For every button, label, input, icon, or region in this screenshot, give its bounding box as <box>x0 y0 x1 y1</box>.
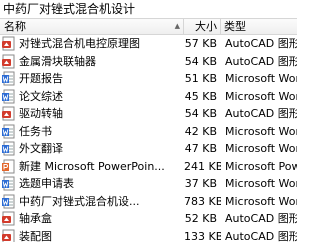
powerpoint-file-icon <box>1 159 16 174</box>
file-type: AutoCAD 图形 <box>225 229 297 242</box>
file-name: 对锉式混合机电控原理图 <box>19 37 140 50</box>
file-row[interactable]: 对锉式混合机电控原理图 57 KB AutoCAD 图形 <box>0 35 297 53</box>
column-header-name-label: 名称 <box>4 20 26 33</box>
file-name: 中药厂对锉式混合机设... <box>19 194 140 208</box>
word-doc-icon <box>1 176 16 191</box>
file-name: 任务书 <box>19 124 52 138</box>
dwg-file-icon <box>1 54 16 69</box>
file-row[interactable]: 开题报告 51 KB Microsoft Word <box>0 70 297 88</box>
column-header-size[interactable]: 大小 <box>184 19 221 34</box>
file-size: 783 KB <box>184 194 221 208</box>
file-type: Microsoft Word <box>225 194 297 208</box>
file-type: Microsoft Word <box>225 89 297 103</box>
file-row[interactable]: 中药厂对锉式混合机设... 783 KB Microsoft Word <box>0 193 297 211</box>
file-type: AutoCAD 图形 <box>225 212 297 225</box>
file-explorer-window: 中药厂对锉式混合机设计 名称 ▲ 大小 类型 对锉式混合机电控原理图 57 KB… <box>0 0 297 242</box>
file-row[interactable]: 选题申请表 37 KB Microsoft Word <box>0 175 297 193</box>
dwg-file-icon <box>1 211 16 226</box>
column-header-type[interactable]: 类型 <box>221 19 297 34</box>
file-size: 45 KB <box>184 89 217 103</box>
file-row[interactable]: 外文翻译 47 KB Microsoft Word <box>0 140 297 158</box>
word-doc-icon <box>1 89 16 104</box>
file-name: 外文翻译 <box>19 142 63 155</box>
file-type: Microsoft Powe <box>225 159 297 173</box>
file-type: Microsoft Word <box>225 142 297 155</box>
file-name: 新建 Microsoft PowerPoin... <box>19 159 165 173</box>
file-row[interactable]: 装配图 133 KB AutoCAD 图形 <box>0 228 297 242</box>
file-size: 57 KB <box>184 37 217 50</box>
column-header-name[interactable]: 名称 ▲ <box>0 19 184 34</box>
word-doc-icon <box>1 71 16 86</box>
sort-ascending-icon: ▲ <box>174 22 180 30</box>
file-size: 37 KB <box>184 177 217 190</box>
file-type: Microsoft Word <box>225 177 297 190</box>
file-row[interactable]: 任务书 42 KB Microsoft Word <box>0 123 297 141</box>
file-type: AutoCAD 图形 <box>225 107 297 120</box>
file-type: Microsoft Word <box>225 72 297 85</box>
column-header-bar: 名称 ▲ 大小 类型 <box>0 18 297 35</box>
file-size: 52 KB <box>184 212 217 225</box>
dwg-file-icon <box>1 229 16 242</box>
file-name: 驱动转轴 <box>19 107 63 120</box>
file-row[interactable]: 论文综述 45 KB Microsoft Word <box>0 88 297 106</box>
file-list: 对锉式混合机电控原理图 57 KB AutoCAD 图形 金属滑块联轴器 54 … <box>0 35 297 242</box>
file-row[interactable]: 驱动转轴 54 KB AutoCAD 图形 <box>0 105 297 123</box>
file-type: AutoCAD 图形 <box>225 37 297 50</box>
file-size: 42 KB <box>184 124 217 138</box>
file-row[interactable]: 轴承盒 52 KB AutoCAD 图形 <box>0 210 297 228</box>
file-row[interactable]: 金属滑块联轴器 54 KB AutoCAD 图形 <box>0 53 297 71</box>
file-size: 51 KB <box>184 72 217 85</box>
file-name: 装配图 <box>19 229 52 242</box>
word-doc-icon <box>1 194 16 209</box>
dwg-file-icon <box>1 36 16 51</box>
file-size: 133 KB <box>184 229 221 242</box>
file-row[interactable]: 新建 Microsoft PowerPoin... 241 KB Microso… <box>0 158 297 176</box>
word-doc-icon <box>1 124 16 139</box>
file-size: 241 KB <box>184 159 221 173</box>
file-size: 54 KB <box>184 107 217 120</box>
file-name: 开题报告 <box>19 72 63 85</box>
file-name: 论文综述 <box>19 89 63 103</box>
file-name: 轴承盒 <box>19 212 52 225</box>
window-title: 中药厂对锉式混合机设计 <box>3 2 136 16</box>
file-name: 选题申请表 <box>19 177 74 190</box>
file-name: 金属滑块联轴器 <box>19 54 96 68</box>
word-doc-icon <box>1 141 16 156</box>
dwg-file-icon <box>1 106 16 121</box>
file-type: AutoCAD 图形 <box>225 54 297 68</box>
file-size: 54 KB <box>184 54 217 68</box>
file-type: Microsoft Word <box>225 124 297 138</box>
file-size: 47 KB <box>184 142 217 155</box>
